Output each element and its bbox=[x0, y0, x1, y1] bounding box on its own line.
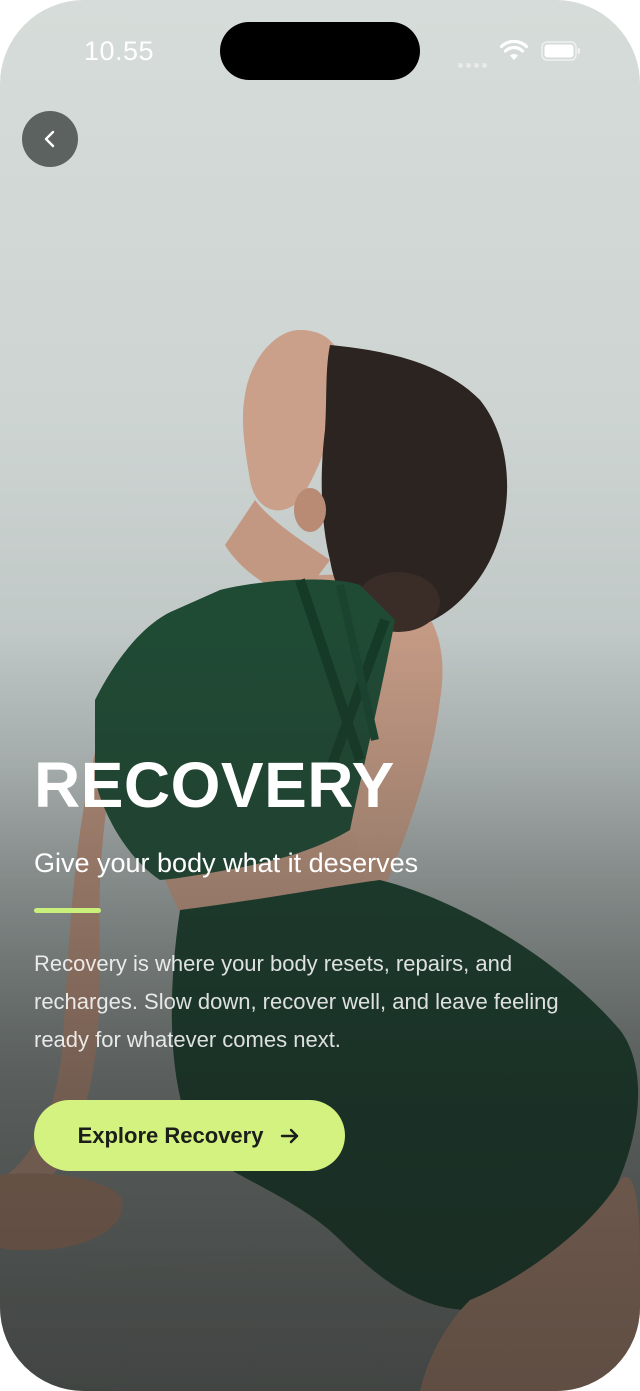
page-description: Recovery is where your body resets, repa… bbox=[34, 951, 559, 1052]
app-screen: 10.55 RECOVERY Give your body what it de… bbox=[0, 0, 640, 1391]
hero-content: RECOVERY Give your body what it deserves… bbox=[34, 750, 614, 1059]
accent-divider bbox=[34, 908, 101, 913]
battery-icon bbox=[541, 41, 580, 61]
back-button[interactable] bbox=[22, 111, 78, 167]
explore-recovery-label: Explore Recovery bbox=[77, 1122, 264, 1148]
arrow-right-icon bbox=[281, 1128, 299, 1143]
status-bar: 10.55 bbox=[0, 0, 640, 100]
status-time: 10.55 bbox=[84, 36, 155, 66]
page-title: RECOVERY bbox=[34, 749, 395, 821]
wifi-icon bbox=[500, 40, 528, 60]
page-subtitle: Give your body what it deserves bbox=[34, 848, 419, 878]
dynamic-island bbox=[220, 22, 420, 80]
signal-icon bbox=[458, 55, 492, 68]
chevron-left-icon bbox=[44, 130, 55, 148]
explore-recovery-button[interactable]: Explore Recovery bbox=[34, 1100, 345, 1171]
